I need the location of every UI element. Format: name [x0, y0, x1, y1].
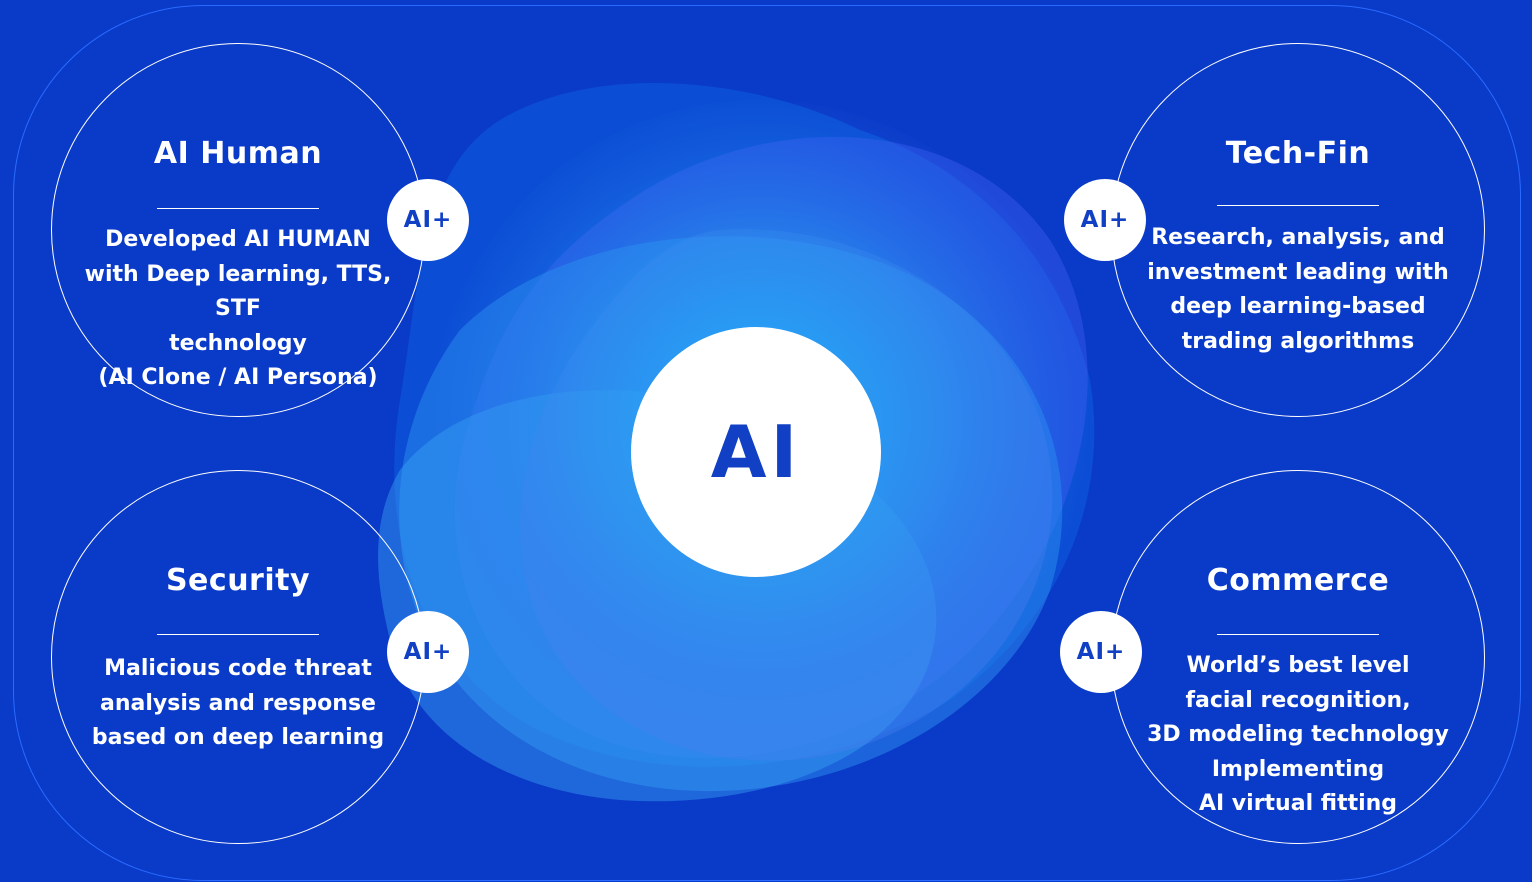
- description-line: Implementing: [1211, 756, 1385, 782]
- card-description: Research, analysis, and investment leadi…: [1124, 221, 1472, 359]
- title-divider: [157, 634, 319, 635]
- card-title: AI Human: [153, 136, 323, 171]
- description-line: AI virtual fitting: [1198, 791, 1398, 816]
- description-line: facial recognition,: [1185, 687, 1411, 713]
- description-line: with Deep learning, TTS, STF: [84, 261, 392, 322]
- ai-plus-badge: AI+: [387, 179, 469, 261]
- description-line: investment leading with: [1147, 259, 1449, 285]
- card-ai-human: AI Human Developed AI HUMAN with Deep le…: [51, 43, 425, 417]
- card-description: Malicious code threat analysis and respo…: [64, 652, 412, 756]
- title-divider: [157, 208, 319, 209]
- description-line: Developed AI HUMAN: [105, 227, 371, 252]
- card-description: Developed AI HUMAN with Deep learning, T…: [64, 223, 412, 396]
- description-line: analysis and response: [100, 690, 376, 716]
- badge-label: AI+: [403, 207, 453, 233]
- title-divider: [1217, 205, 1379, 206]
- center-ai-label: AI: [710, 410, 802, 494]
- card-title: Security: [165, 563, 311, 598]
- ai-plus-badge: AI+: [1060, 611, 1142, 693]
- badge-label: AI+: [1080, 207, 1130, 233]
- title-divider: [1217, 634, 1379, 635]
- description-line: based on deep learning: [91, 725, 385, 750]
- description-line: 3D modeling technology: [1147, 722, 1449, 747]
- ai-plus-badge: AI+: [1064, 179, 1146, 261]
- badge-label: AI+: [1076, 639, 1126, 665]
- badge-label: AI+: [403, 639, 453, 665]
- description-line: Malicious code threat: [104, 656, 372, 681]
- description-line: Research, analysis, and: [1151, 225, 1445, 250]
- description-line: World’s best level: [1186, 653, 1410, 678]
- description-line: technology: [169, 330, 307, 356]
- card-title: Commerce: [1206, 563, 1390, 598]
- center-ai-circle: AI: [631, 327, 881, 577]
- description-line: (AI Clone / AI Persona): [98, 365, 378, 390]
- card-title: Tech-Fin: [1225, 136, 1371, 171]
- card-description: World’s best level facial recognition, 3…: [1124, 649, 1472, 822]
- description-line: deep learning-based: [1170, 294, 1426, 319]
- card-tech-fin: Tech-Fin Research, analysis, and investm…: [1111, 43, 1485, 417]
- description-line: trading algorithms: [1181, 328, 1415, 354]
- card-security: Security Malicious code threat analysis …: [51, 470, 425, 844]
- ai-plus-badge: AI+: [387, 611, 469, 693]
- card-commerce: Commerce World’s best level facial recog…: [1111, 470, 1485, 844]
